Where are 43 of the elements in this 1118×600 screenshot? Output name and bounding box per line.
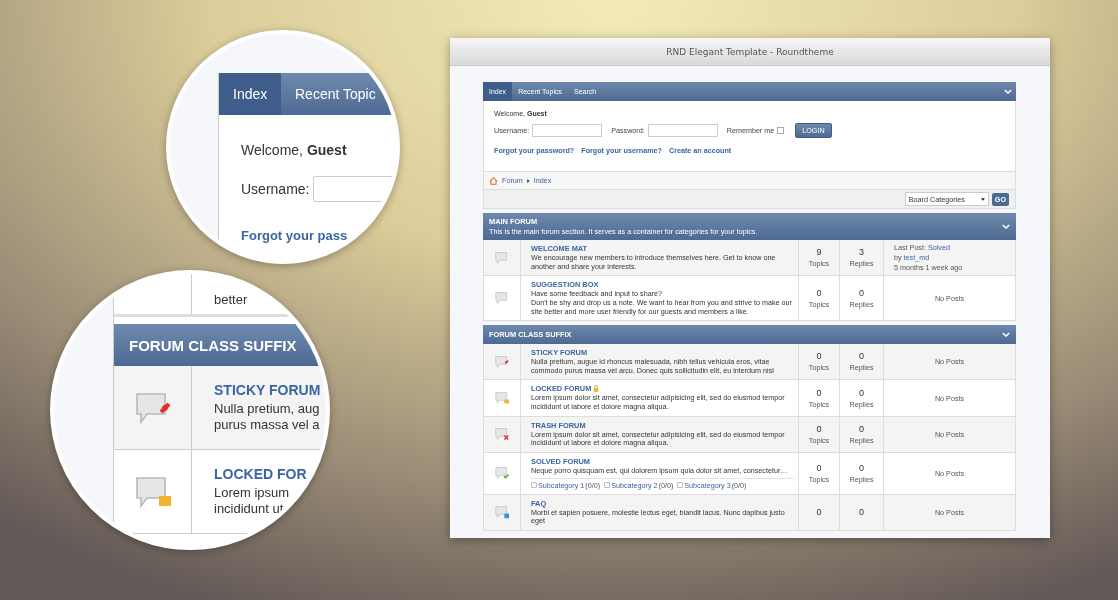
forum-description: Nulla pretium, aug <box>214 401 321 417</box>
welcome-text: Welcome, Guest <box>241 141 348 159</box>
topic-count: 0 <box>816 287 822 298</box>
input-field[interactable] <box>647 124 718 137</box>
speech-bubble-icon <box>494 505 510 520</box>
reply-count: 0 <box>859 387 864 398</box>
speech-bubble-icon <box>494 291 510 306</box>
reply-count: 3 <box>859 247 864 258</box>
speech-bubble-icon <box>494 250 510 265</box>
speech-bubble-icon <box>494 354 510 369</box>
window-title: RND Elegant Template - Roundtheme <box>666 46 834 57</box>
speech-bubble-icon <box>494 391 510 406</box>
speech-bubble-icon <box>494 427 510 442</box>
chevron-icon[interactable] <box>1002 332 1010 338</box>
reply-count: 0 <box>859 423 864 434</box>
topic-count: 0 <box>816 387 822 398</box>
forum-title-link[interactable]: STICKY FORUM <box>214 382 321 398</box>
topic-count: 9 <box>816 247 822 258</box>
reply-count: 0 <box>859 287 864 298</box>
home-icon[interactable] <box>489 176 498 185</box>
topic-count: 0 <box>816 351 822 362</box>
speech-bubble-icon <box>494 466 510 481</box>
dropdown-arrow-icon <box>980 197 985 201</box>
forum-description: better <box>214 292 248 308</box>
checkbox[interactable] <box>777 127 785 134</box>
topic-count: 0 <box>816 423 822 434</box>
field-label: Username: <box>241 181 310 197</box>
arrow-icon <box>526 178 530 183</box>
reply-count: 0 <box>859 351 864 362</box>
section-title: FORUM CLASS SUFFIX <box>129 336 297 354</box>
topic-count: 0 <box>816 462 822 473</box>
nav-tab[interactable]: Recent Topic <box>281 73 390 115</box>
forum-description: Lorem ipsum <box>214 485 291 501</box>
reply-count: 0 <box>859 462 864 473</box>
input-field[interactable] <box>532 124 603 137</box>
link[interactable]: Forgot your pass <box>241 228 396 243</box>
nav-tab[interactable]: Index <box>219 73 281 115</box>
topic-count: 0 <box>816 507 822 518</box>
forum-description: purus massa vel a <box>214 417 321 433</box>
forum-title-link[interactable]: LOCKED FOR <box>214 466 307 482</box>
reply-count: 0 <box>859 507 864 518</box>
chevron-icon[interactable] <box>1002 224 1010 229</box>
chevron-icon[interactable] <box>1004 89 1012 94</box>
